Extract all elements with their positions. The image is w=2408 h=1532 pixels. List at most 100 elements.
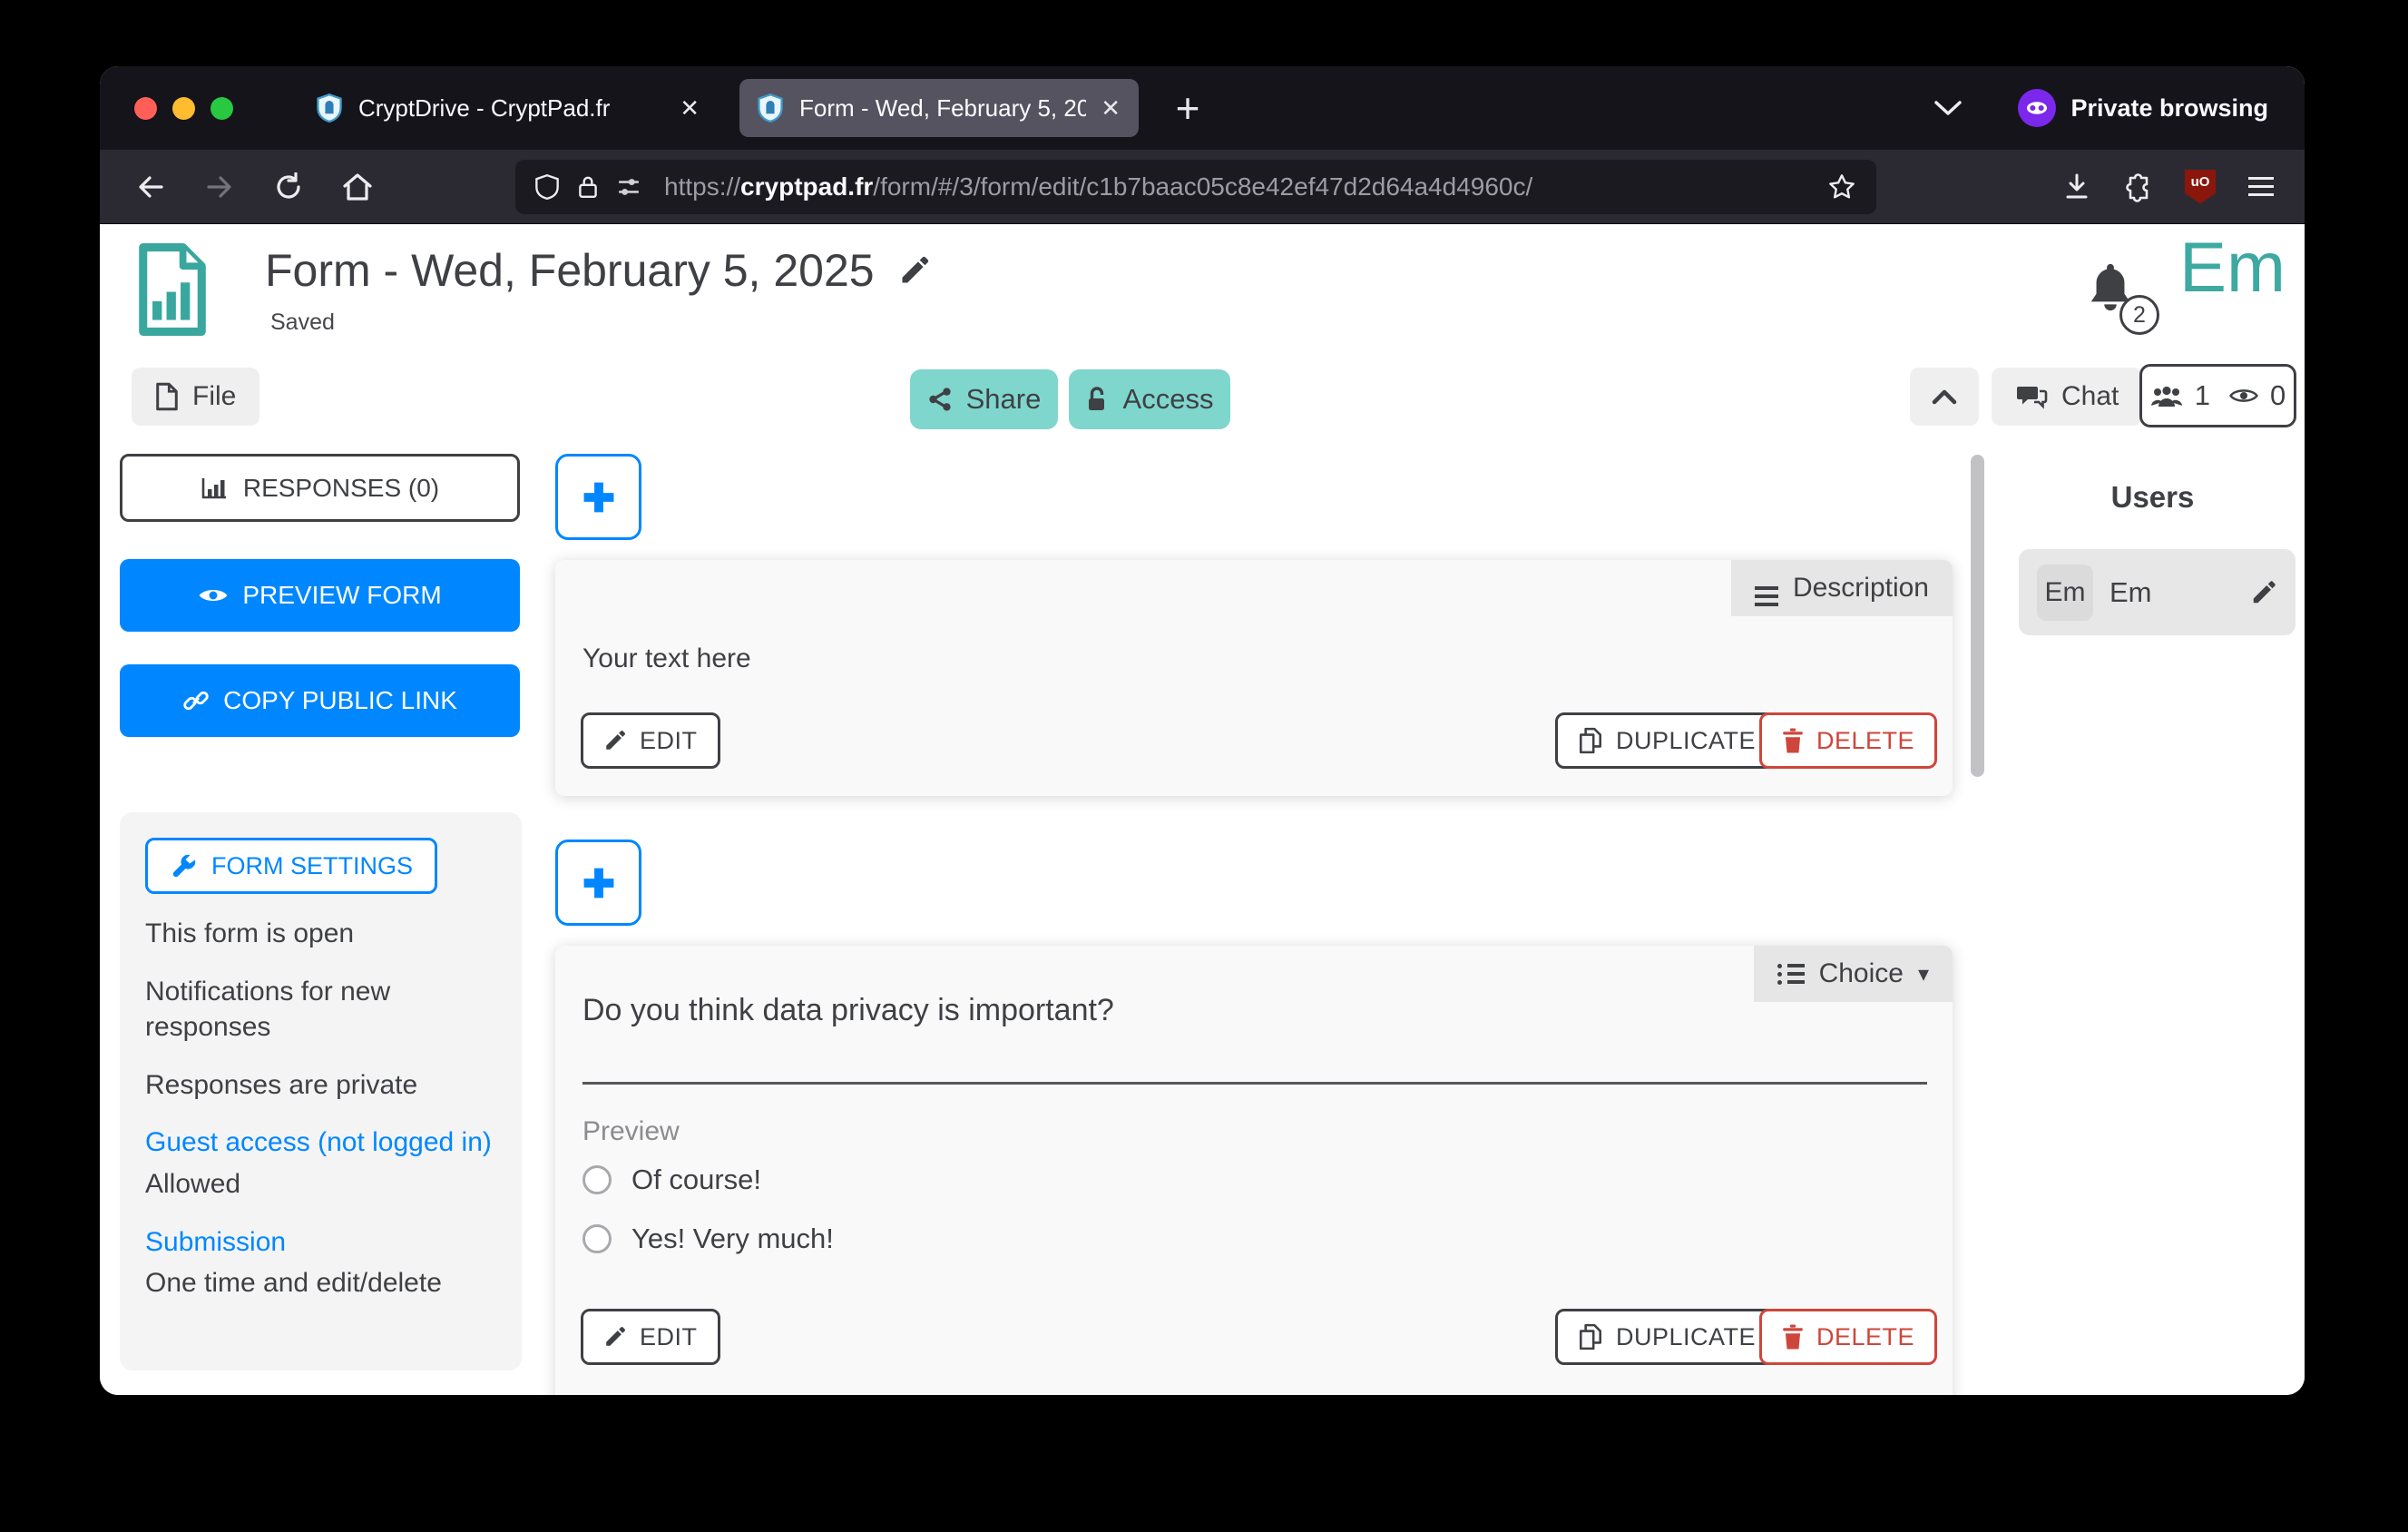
question-input[interactable]: Do you think data privacy is important?	[582, 993, 1114, 1028]
delete-button[interactable]: DELETE	[1759, 1309, 1937, 1365]
preview-label: Preview	[582, 1116, 680, 1147]
chevron-up-icon	[1931, 388, 1958, 405]
tab-title: CryptDrive - CryptPad.fr	[358, 94, 665, 123]
form-settings-panel: FORM SETTINGS This form is open Notifica…	[120, 812, 522, 1370]
block-type-tab-description[interactable]: Description	[1731, 560, 1953, 616]
edit-button[interactable]: EDIT	[581, 1309, 720, 1365]
form-settings-label: FORM SETTINGS	[211, 852, 413, 880]
file-menu-button[interactable]: File	[132, 368, 259, 426]
list-tabs-chevron-icon[interactable]	[1933, 99, 1963, 117]
copy-pages-icon	[1578, 1323, 1603, 1350]
tab-title: Form - Wed, February 5, 2025	[799, 94, 1086, 123]
permissions-icon[interactable]	[617, 175, 641, 199]
share-icon	[927, 387, 953, 412]
account-avatar[interactable]: Em	[2179, 226, 2286, 309]
user-name: Em	[2109, 576, 2152, 609]
choice-option[interactable]: Yes! Very much!	[582, 1223, 834, 1255]
trash-icon	[1782, 1324, 1804, 1350]
wrench-icon	[170, 852, 197, 879]
add-block-button-top[interactable]	[555, 454, 641, 540]
close-window-button[interactable]	[134, 97, 157, 120]
radio-icon	[582, 1224, 612, 1253]
window-controls	[134, 97, 233, 120]
preview-form-label: PREVIEW FORM	[242, 581, 441, 610]
close-tab-icon[interactable]: ✕	[1101, 94, 1121, 123]
eye-icon	[198, 585, 229, 605]
tracking-shield-icon[interactable]	[535, 174, 559, 200]
private-browsing-indicator: Private browsing	[2018, 89, 2268, 127]
downloads-icon[interactable]	[2063, 172, 2090, 201]
duplicate-button[interactable]: DUPLICATE	[1555, 1309, 1778, 1365]
list-bullets-icon	[1777, 963, 1805, 985]
new-tab-button[interactable]: +	[1162, 83, 1213, 133]
duplicate-label: DUPLICATE	[1616, 727, 1756, 755]
url-protocol: https://	[664, 172, 740, 201]
form-settings-button[interactable]: FORM SETTINGS	[145, 838, 437, 894]
plus-icon	[578, 862, 620, 904]
nav-buttons	[127, 163, 381, 211]
toolbar-extensions: uO	[2063, 169, 2274, 204]
presence-badge[interactable]: 1 0	[2139, 364, 2296, 427]
file-menu-label: File	[192, 381, 236, 412]
responses-button[interactable]: RESPONSES (0)	[120, 454, 520, 522]
bar-chart-icon	[201, 476, 228, 501]
home-icon[interactable]	[334, 163, 381, 211]
block-type-tab-choice[interactable]: Choice ▾	[1754, 946, 1953, 1002]
caret-down-icon: ▾	[1918, 961, 1929, 987]
reload-icon[interactable]	[265, 163, 312, 211]
vertical-scrollbar[interactable]	[1971, 455, 1984, 777]
trash-icon	[1782, 728, 1804, 753]
file-icon	[155, 382, 179, 411]
users-panel-title: Users	[2001, 480, 2305, 515]
chat-button[interactable]: Chat	[1992, 368, 2142, 426]
url-text[interactable]: https://cryptpad.fr/form/#/3/form/edit/c…	[664, 172, 1532, 201]
duplicate-button[interactable]: DUPLICATE	[1555, 712, 1778, 769]
tab-form-active[interactable]: Form - Wed, February 5, 2025 ✕	[739, 79, 1139, 137]
forward-icon[interactable]	[196, 163, 243, 211]
edit-label: EDIT	[640, 1323, 698, 1351]
edit-user-pencil-icon[interactable]	[2250, 579, 2277, 606]
url-domain: cryptpad.fr	[740, 172, 873, 201]
back-icon[interactable]	[127, 163, 174, 211]
rename-pencil-icon[interactable]	[898, 254, 931, 287]
block-type-label: Description	[1793, 573, 1929, 604]
edit-label: EDIT	[640, 727, 698, 755]
drag-handle[interactable]	[1241, 958, 1267, 973]
plus-icon	[578, 476, 620, 518]
url-path: /form/#/3/form/edit/c1b7baac05c8e42ef47d…	[873, 172, 1532, 201]
preview-form-button[interactable]: PREVIEW FORM	[120, 559, 520, 632]
duplicate-label: DUPLICATE	[1616, 1323, 1756, 1351]
close-tab-icon[interactable]: ✕	[680, 94, 700, 123]
extensions-puzzle-icon[interactable]	[2123, 172, 2152, 202]
cryptpad-app: Form - Wed, February 5, 2025 Saved 2 Em …	[100, 224, 2305, 1395]
setting-submission-link[interactable]: Submission	[145, 1224, 496, 1261]
choice-option[interactable]: Of course!	[582, 1164, 761, 1196]
ublock-origin-icon[interactable]: uO	[2185, 170, 2216, 204]
minimize-window-button[interactable]	[172, 97, 195, 120]
browser-window: CryptDrive - CryptPad.fr ✕ Form - Wed, F…	[100, 66, 2305, 1395]
form-document-icon	[136, 242, 209, 337]
add-block-button-bottom[interactable]	[555, 840, 641, 926]
drag-handle[interactable]	[1241, 573, 1267, 587]
edit-button[interactable]: EDIT	[581, 712, 720, 769]
option-label: Yes! Very much!	[631, 1223, 834, 1255]
setting-guest-access-link[interactable]: Guest access (not logged in)	[145, 1124, 496, 1161]
access-button[interactable]: Access	[1069, 369, 1230, 429]
notifications-area[interactable]: 2	[2085, 260, 2158, 329]
lock-icon[interactable]	[577, 174, 599, 200]
share-button[interactable]: Share	[910, 369, 1058, 429]
url-bar[interactable]: https://cryptpad.fr/form/#/3/form/edit/c…	[515, 160, 1876, 214]
option-label: Of course!	[631, 1164, 761, 1196]
maximize-window-button[interactable]	[210, 97, 233, 120]
unlock-icon	[1086, 386, 1110, 413]
chat-label: Chat	[2061, 381, 2119, 412]
share-label: Share	[966, 383, 1042, 416]
menu-hamburger-icon[interactable]	[2248, 185, 2274, 188]
setting-form-open: This form is open	[145, 916, 496, 952]
bookmark-star-icon[interactable]	[1827, 172, 1856, 201]
delete-button[interactable]: DELETE	[1759, 712, 1937, 769]
tab-cryptdrive[interactable]: CryptDrive - CryptPad.fr ✕	[299, 79, 718, 137]
copy-public-link-button[interactable]: COPY PUBLIC LINK	[120, 664, 520, 737]
desktop: CryptDrive - CryptPad.fr ✕ Form - Wed, F…	[0, 0, 2408, 1532]
collapse-toolbar-button[interactable]	[1910, 368, 1979, 426]
